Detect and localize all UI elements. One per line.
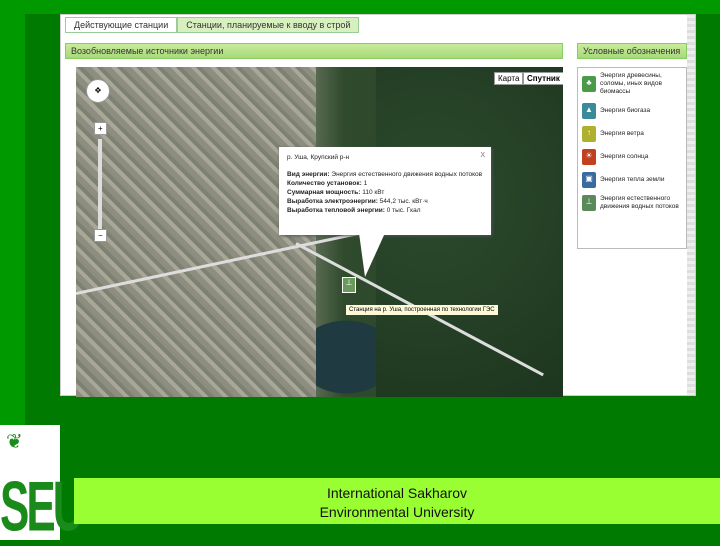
popup-row: Суммарная мощность: 110 кВт <box>287 189 385 196</box>
legend-item: ♣ Энергия древесины, соломы, иных видов б… <box>582 72 682 96</box>
biogas-icon: ▲ <box>582 103 596 119</box>
map-type-satellite[interactable]: Спутник <box>523 72 563 85</box>
legend-item: ▲ Энергия биогаза <box>582 103 682 119</box>
popup-location: р. Уша, Крупский р-н <box>287 154 350 161</box>
footer-line-2: Environmental University <box>319 504 475 520</box>
close-icon[interactable]: x <box>481 150 486 159</box>
popup-row: Вид энергии: Энергия естественного движе… <box>287 171 483 178</box>
wind-icon: ↑ <box>582 126 596 142</box>
legend-item: ⊥ Энергия естественного движения водных п… <box>582 195 682 211</box>
footer-line-1: International Sakharov <box>326 485 468 501</box>
marker-label: Станция на р. Уша, построенная по технол… <box>346 305 498 315</box>
tab-planned-stations[interactable]: Станции, планируемые к вводу в строй <box>177 17 360 32</box>
app-window: Действующие станции Станции, планируемые… <box>60 14 696 397</box>
legend-item: ▣ Энергия тепла земли <box>582 172 682 188</box>
logo-text: SEU <box>0 468 85 546</box>
satellite-map[interactable]: ✥ + − Карта Спутник x р. Уша, Крупский р… <box>76 67 563 397</box>
zoom-slider[interactable] <box>98 139 102 229</box>
leaf-icon: ❦ <box>6 431 23 453</box>
scrollbar[interactable] <box>687 15 695 395</box>
panel-title: Возобновляемые источники энергии <box>65 43 563 59</box>
zoom-out-button[interactable]: − <box>94 229 107 242</box>
tab-active-stations[interactable]: Действующие станции <box>65 17 178 32</box>
sun-icon: ☀ <box>582 149 596 165</box>
hydro-icon: ⊥ <box>582 195 596 211</box>
top-band <box>0 0 720 14</box>
legend-item: ↑ Энергия ветра <box>582 126 682 142</box>
info-popup: x р. Уша, Крупский р-н Вид энергии: Энер… <box>279 147 491 277</box>
popup-row: Количество установок: 1 <box>287 180 368 187</box>
footer-banner: International Sakharov Environmental Uni… <box>74 478 720 524</box>
popup-row: Выработка тепловой энергии: 0 тыс. Гкал <box>287 207 421 214</box>
popup-tail <box>359 233 385 277</box>
legend-title: Условные обозначения <box>577 43 687 59</box>
zoom-in-button[interactable]: + <box>94 122 107 135</box>
geothermal-icon: ▣ <box>582 172 596 188</box>
tab-bar: Действующие станции Станции, планируемые… <box>65 17 360 33</box>
pan-control[interactable]: ✥ <box>86 79 110 103</box>
map-type-map[interactable]: Карта <box>494 72 524 85</box>
legend-item: ☀ Энергия солнца <box>582 149 682 165</box>
biomass-icon: ♣ <box>582 76 596 92</box>
popup-row: Выработка электроэнергии: 544,2 тыс. кВт… <box>287 198 428 205</box>
hydro-marker-icon[interactable]: ⊥ <box>342 277 356 293</box>
legend-panel: ♣ Энергия древесины, соломы, иных видов б… <box>577 67 687 249</box>
seu-logo: ❦ SEU <box>0 425 85 542</box>
